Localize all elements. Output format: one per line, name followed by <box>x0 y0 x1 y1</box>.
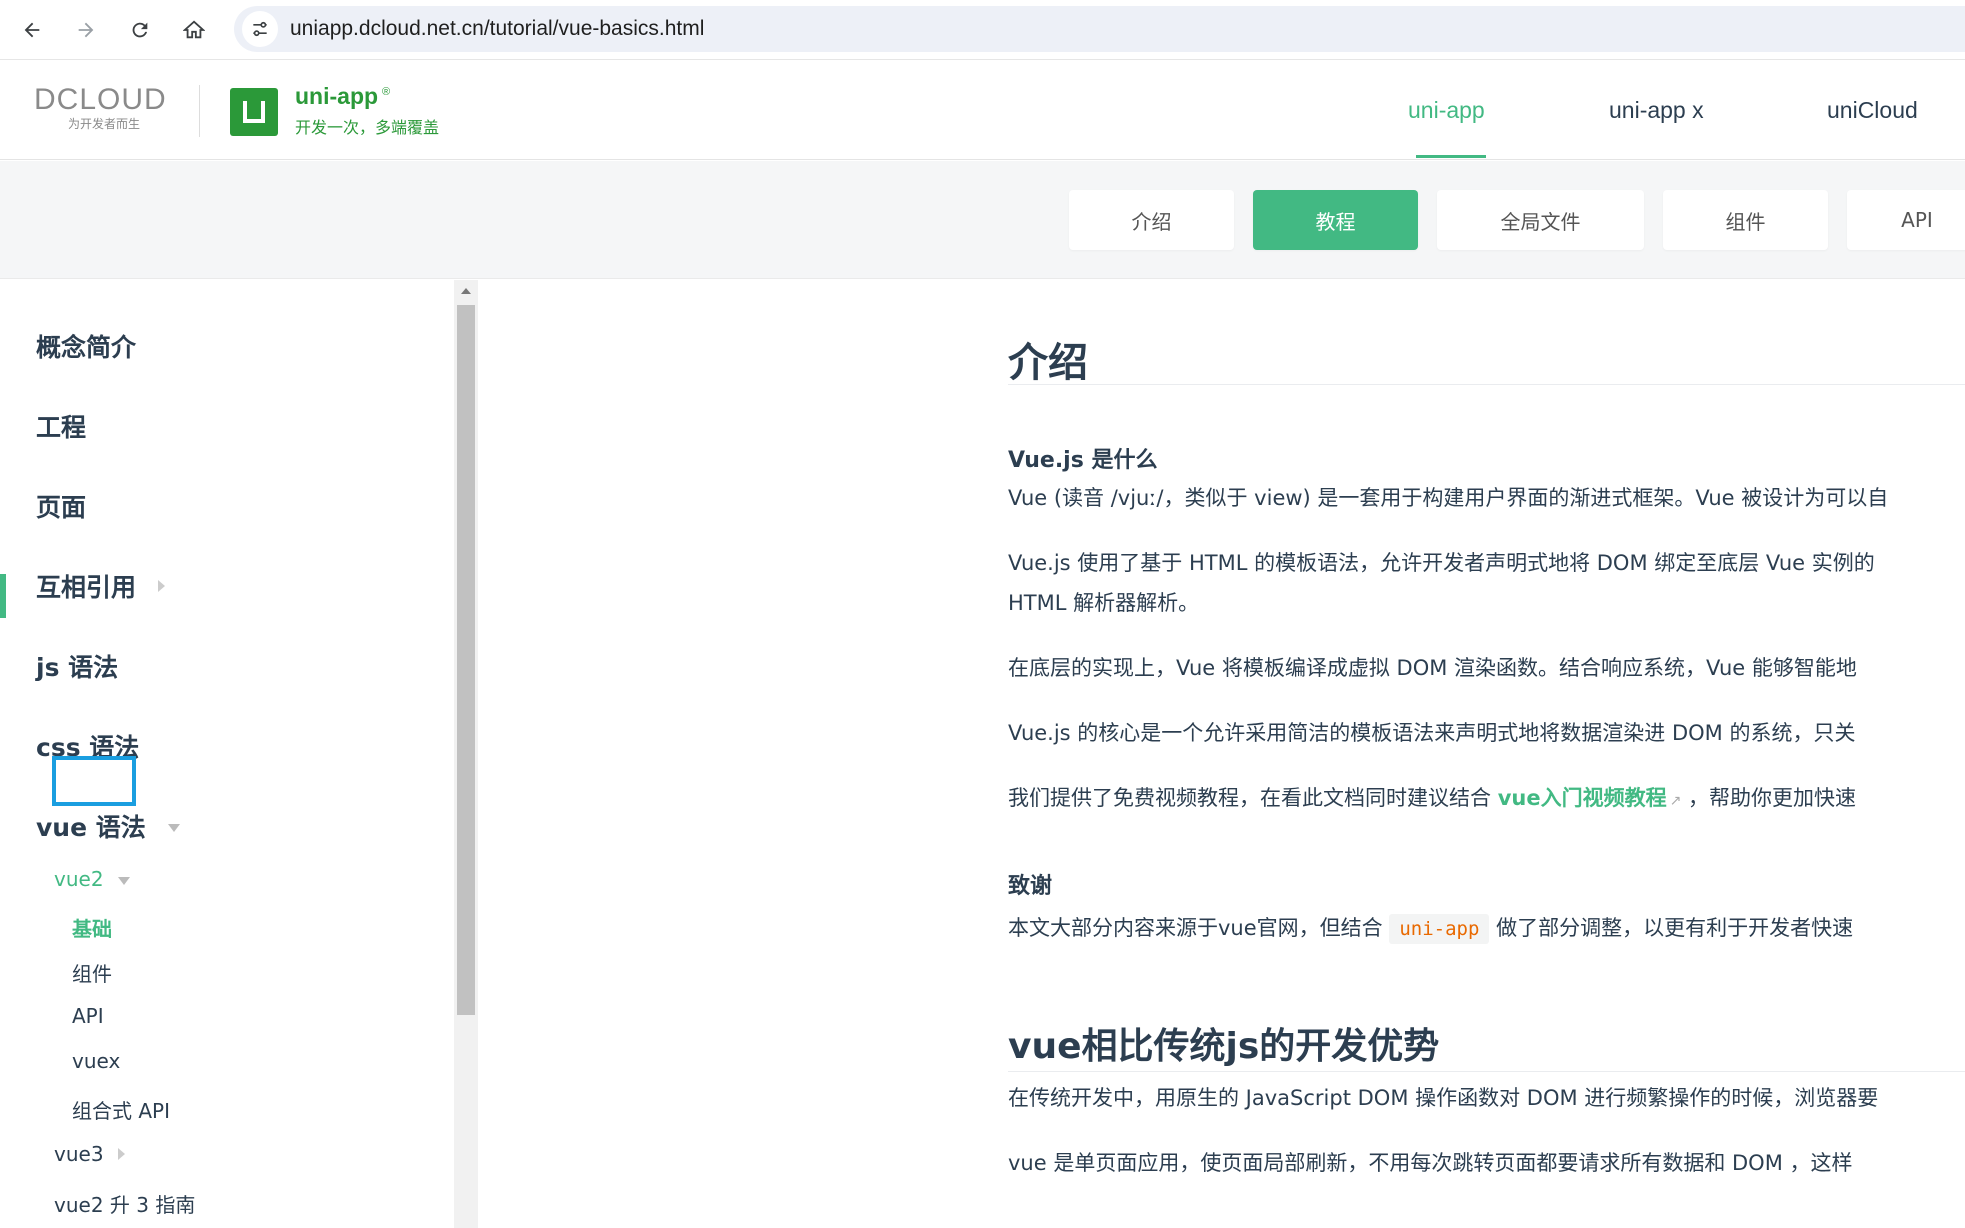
dcloud-logo[interactable]: DCLOUD 为开发者而生 <box>34 83 174 132</box>
page-title: 介绍 <box>1008 340 1088 386</box>
sidebar-item-vuex[interactable]: vuex <box>72 1049 120 1073</box>
section-heading-what-is-vue: Vue.js 是什么 <box>1008 448 1158 473</box>
sidebar-item-js-syntax[interactable]: js 语法 <box>36 648 118 684</box>
section-heading-advantages: vue相比传统js的开发优势 <box>1008 1026 1440 1067</box>
sidebar-item-basics[interactable]: 基础 <box>72 913 112 942</box>
section-heading-thanks: 致谢 <box>1008 874 1053 899</box>
subnav-api-button[interactable]: API <box>1847 190 1965 250</box>
active-tab-indicator <box>1416 155 1486 158</box>
video-tutorial-link[interactable]: vue入门视频教程 <box>1498 786 1667 810</box>
external-link-icon: ↗ <box>1669 793 1682 809</box>
chevron-down-icon <box>117 876 130 885</box>
paragraph: vue 是单页面应用，使页面局部刷新，不用每次跳转页面都要请求所有数据和 DOM… <box>1008 1151 1853 1175</box>
tab-unicloud[interactable]: uniCloud <box>1827 97 1918 124</box>
main-content: 介绍 Vue.js 是什么 Vue (读音 /vjuː/，类似于 view) 是… <box>1008 280 1965 1228</box>
sidebar-item-vue2-to-3-guide[interactable]: vue2 升 3 指南 <box>54 1189 195 1218</box>
tab-uni-app-x[interactable]: uni-app x <box>1609 97 1704 124</box>
paragraph: 本文大部分内容来源于vue官网，但结合 uni-app 做了部分调整，以更有利于… <box>1008 908 1853 949</box>
paragraph: Vue.js 的核心是一个允许采用简洁的模板语法来声明式地将数据渲染进 DOM … <box>1008 721 1856 745</box>
paragraph: 在底层的实现上，Vue 将模板编译成虚拟 DOM 渲染函数。结合响应系统，Vue… <box>1008 656 1857 680</box>
forward-icon[interactable] <box>68 12 104 48</box>
paragraph: 在传统开发中，用原生的 JavaScript DOM 操作函数对 DOM 进行频… <box>1008 1086 1879 1110</box>
scroll-up-arrow-icon[interactable] <box>461 288 471 294</box>
sidebar-scrollbar-thumb[interactable] <box>457 305 475 1015</box>
sidebar-item-concepts[interactable]: 概念简介 <box>36 328 136 364</box>
subnav-global-files-button[interactable]: 全局文件 <box>1437 190 1644 250</box>
sidebar-item-project[interactable]: 工程 <box>36 408 86 444</box>
uni-app-logo-icon[interactable] <box>230 88 278 136</box>
sidebar-item-components[interactable]: 组件 <box>72 958 112 987</box>
sub-navigation: 介绍 教程 全局文件 组件 API <box>0 161 1965 279</box>
highlight-box <box>52 756 136 806</box>
paragraph: HTML 解析器解析。 <box>1008 591 1200 615</box>
subnav-intro-button[interactable]: 介绍 <box>1069 190 1234 250</box>
home-icon[interactable] <box>176 12 212 48</box>
sidebar-item-composition-api[interactable]: 组合式 API <box>72 1095 170 1124</box>
header-divider <box>199 85 200 137</box>
dcloud-tagline: 为开发者而生 <box>67 117 140 131</box>
inline-code: uni-app <box>1389 914 1490 944</box>
dcloud-wordmark: DCLOUD <box>34 83 167 116</box>
site-header: DCLOUD 为开发者而生 uni-app ® 开发一次，多端覆盖 uni-app… <box>0 61 1965 160</box>
reload-icon[interactable] <box>122 12 158 48</box>
title-divider <box>1008 384 1965 385</box>
site-settings-icon[interactable] <box>242 11 278 47</box>
app-slogan: 开发一次，多端覆盖 <box>295 118 440 137</box>
chevron-right-icon <box>158 580 166 592</box>
subnav-components-button[interactable]: 组件 <box>1663 190 1828 250</box>
paragraph: 我们提供了免费视频教程，在看此文档同时建议结合 vue入门视频教程 ↗ ，帮助你更… <box>1008 786 1856 810</box>
sidebar-item-vue-syntax[interactable]: vue 语法 <box>36 808 180 844</box>
sidebar-item-vue3[interactable]: vue3 <box>54 1142 125 1166</box>
app-name[interactable]: uni-app ® <box>295 83 390 110</box>
url-text[interactable]: uniapp.dcloud.net.cn/tutorial/vue-basics… <box>290 17 704 41</box>
chevron-down-icon <box>167 823 180 832</box>
trademark-mark: ® <box>382 86 391 99</box>
back-icon[interactable] <box>14 12 50 48</box>
paragraph: Vue.js 使用了基于 HTML 的模板语法，允许开发者声明式地将 DOM 绑… <box>1008 551 1875 575</box>
section-divider <box>1008 1071 1965 1072</box>
active-section-indicator <box>0 574 6 618</box>
tab-uni-app[interactable]: uni-app <box>1408 97 1485 124</box>
subnav-tutorial-button[interactable]: 教程 <box>1253 190 1418 250</box>
paragraph: Vue (读音 /vjuː/，类似于 view) 是一套用于构建用户界面的渐进式… <box>1008 486 1889 510</box>
sidebar-item-vue2[interactable]: vue2 <box>54 867 130 891</box>
sidebar-item-api[interactable]: API <box>72 1004 104 1028</box>
browser-toolbar: uniapp.dcloud.net.cn/tutorial/vue-basics… <box>0 0 1965 60</box>
sidebar-item-page[interactable]: 页面 <box>36 488 86 524</box>
chevron-right-icon <box>117 1148 125 1160</box>
sidebar-item-references[interactable]: 互相引用 <box>36 568 166 604</box>
address-bar[interactable]: uniapp.dcloud.net.cn/tutorial/vue-basics… <box>234 6 1965 52</box>
